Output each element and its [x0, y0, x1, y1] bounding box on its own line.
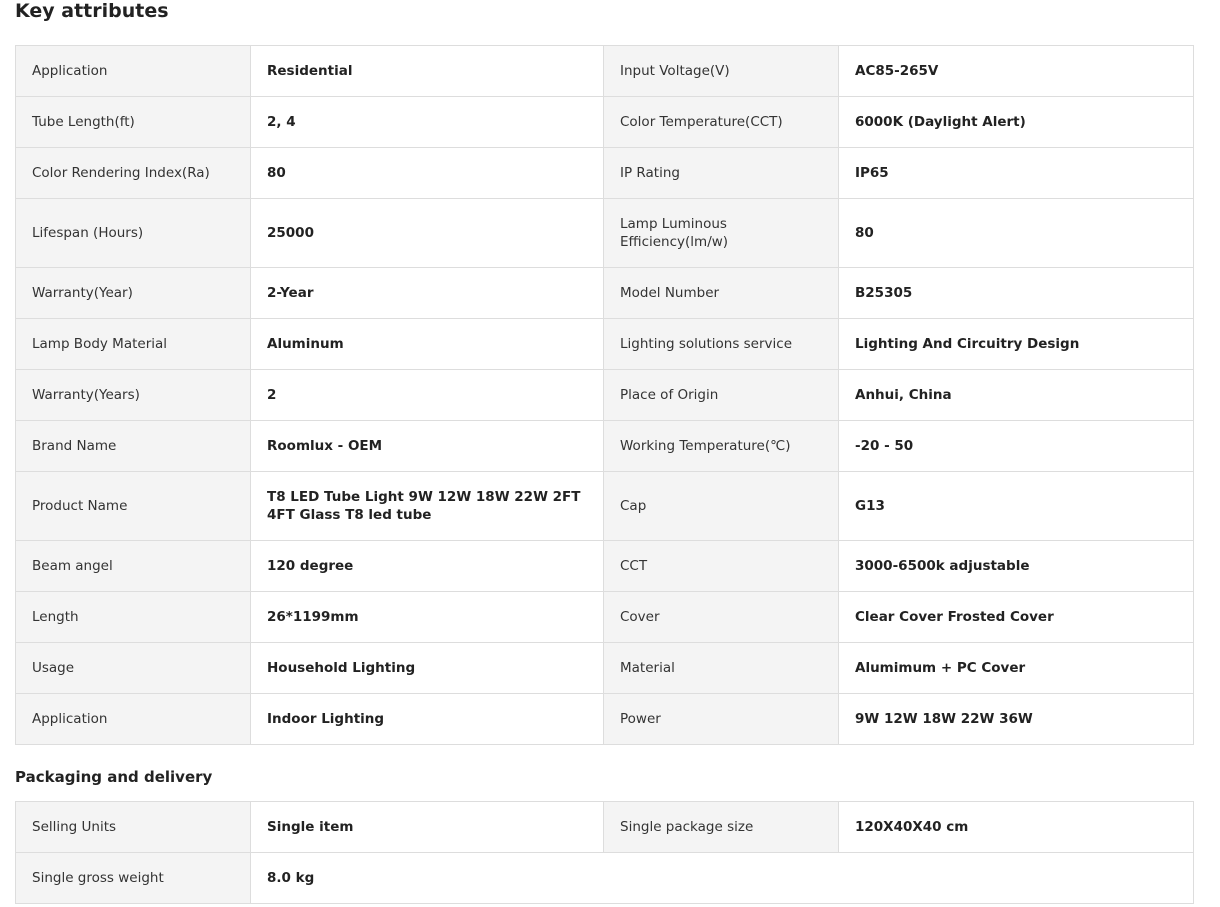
- attribute-value: -20 - 50: [838, 420, 1194, 472]
- attribute-value: 80: [838, 198, 1194, 268]
- attribute-value: Lighting And Circuitry Design: [838, 318, 1194, 370]
- attribute-value: 80: [250, 147, 604, 199]
- key-attributes-title: Key attributes: [15, 0, 169, 22]
- attribute-name: Input Voltage(V): [603, 45, 839, 97]
- attribute-name: Lighting solutions service: [603, 318, 839, 370]
- table-row: Product Name T8 LED Tube Light 9W 12W 18…: [15, 471, 1194, 541]
- table-row: Lifespan (Hours) 25000 Lamp Luminous Eff…: [15, 198, 1194, 268]
- attribute-value: 2: [250, 369, 604, 421]
- attribute-value: Single item: [250, 801, 604, 853]
- attribute-name: Beam angel: [15, 540, 251, 592]
- attribute-value: T8 LED Tube Light 9W 12W 18W 22W 2FT 4FT…: [250, 471, 604, 541]
- attribute-name: Lamp Luminous Efficiency(lm/w): [603, 198, 839, 268]
- attribute-name: Tube Length(ft): [15, 96, 251, 148]
- attribute-value: 26*1199mm: [250, 591, 604, 643]
- attribute-name: Material: [603, 642, 839, 694]
- attribute-value: 9W 12W 18W 22W 36W: [838, 693, 1194, 745]
- attribute-value: 2, 4: [250, 96, 604, 148]
- packaging-table: Selling Units Single item Single package…: [15, 801, 1194, 904]
- attribute-value: IP65: [838, 147, 1194, 199]
- attribute-name: Place of Origin: [603, 369, 839, 421]
- attribute-value: Household Lighting: [250, 642, 604, 694]
- table-row: Brand Name Roomlux - OEM Working Tempera…: [15, 420, 1194, 472]
- attribute-name: Usage: [15, 642, 251, 694]
- attribute-name: Application: [15, 45, 251, 97]
- table-row: Application Indoor Lighting Power 9W 12W…: [15, 693, 1194, 745]
- attribute-name: Single gross weight: [15, 852, 251, 904]
- attribute-name: Color Temperature(CCT): [603, 96, 839, 148]
- attribute-value: 120 degree: [250, 540, 604, 592]
- table-row: Length 26*1199mm Cover Clear Cover Frost…: [15, 591, 1194, 643]
- attribute-value: B25305: [838, 267, 1194, 319]
- attribute-value: 120X40X40 cm: [838, 801, 1194, 853]
- table-row: Selling Units Single item Single package…: [15, 801, 1194, 853]
- packaging-title: Packaging and delivery: [15, 768, 213, 786]
- attribute-value: Aluminum: [250, 318, 604, 370]
- attribute-value: Anhui, China: [838, 369, 1194, 421]
- attribute-name: Selling Units: [15, 801, 251, 853]
- attribute-name: Application: [15, 693, 251, 745]
- table-row: Warranty(Year) 2-Year Model Number B2530…: [15, 267, 1194, 319]
- attribute-value: Residential: [250, 45, 604, 97]
- table-row: Tube Length(ft) 2, 4 Color Temperature(C…: [15, 96, 1194, 148]
- table-row: Warranty(Years) 2 Place of Origin Anhui,…: [15, 369, 1194, 421]
- attribute-name: Length: [15, 591, 251, 643]
- attribute-name: IP Rating: [603, 147, 839, 199]
- attribute-name: Warranty(Years): [15, 369, 251, 421]
- attribute-name: Warranty(Year): [15, 267, 251, 319]
- attribute-value: 3000-6500k adjustable: [838, 540, 1194, 592]
- attribute-value: Alumimum + PC Cover: [838, 642, 1194, 694]
- attribute-name: Lifespan (Hours): [15, 198, 251, 268]
- attribute-name: Product Name: [15, 471, 251, 541]
- attribute-name: Power: [603, 693, 839, 745]
- attribute-value: 8.0 kg: [250, 852, 1194, 904]
- table-row: Lamp Body Material Aluminum Lighting sol…: [15, 318, 1194, 370]
- attribute-name: CCT: [603, 540, 839, 592]
- attribute-name: Single package size: [603, 801, 839, 853]
- attribute-value: 6000K (Daylight Alert): [838, 96, 1194, 148]
- key-attributes-table: Application Residential Input Voltage(V)…: [15, 45, 1194, 745]
- attribute-name: Cover: [603, 591, 839, 643]
- attribute-value: 2-Year: [250, 267, 604, 319]
- attribute-name: Brand Name: [15, 420, 251, 472]
- table-row: Color Rendering Index(Ra) 80 IP Rating I…: [15, 147, 1194, 199]
- attribute-value: Roomlux - OEM: [250, 420, 604, 472]
- attribute-name: Color Rendering Index(Ra): [15, 147, 251, 199]
- attribute-value: Clear Cover Frosted Cover: [838, 591, 1194, 643]
- table-row: Single gross weight 8.0 kg: [15, 852, 1194, 904]
- attribute-value: G13: [838, 471, 1194, 541]
- attribute-value: Indoor Lighting: [250, 693, 604, 745]
- attribute-value: 25000: [250, 198, 604, 268]
- table-row: Usage Household Lighting Material Alumim…: [15, 642, 1194, 694]
- attribute-name: Working Temperature(℃): [603, 420, 839, 472]
- attribute-name: Model Number: [603, 267, 839, 319]
- attribute-name: Lamp Body Material: [15, 318, 251, 370]
- table-row: Beam angel 120 degree CCT 3000-6500k adj…: [15, 540, 1194, 592]
- table-row: Application Residential Input Voltage(V)…: [15, 45, 1194, 97]
- attribute-name: Cap: [603, 471, 839, 541]
- attribute-value: AC85-265V: [838, 45, 1194, 97]
